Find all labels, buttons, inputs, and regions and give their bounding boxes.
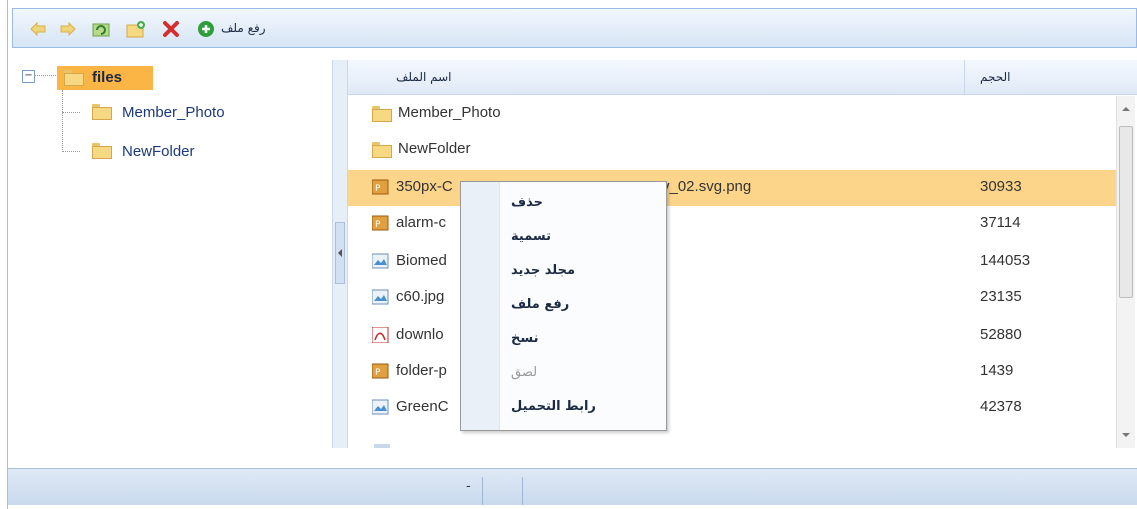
file-name: alarm-c — [396, 214, 447, 231]
image-file-icon — [372, 253, 389, 269]
delete-button[interactable] — [161, 19, 181, 39]
folder-icon — [372, 142, 392, 158]
folder-icon — [92, 104, 112, 120]
svg-text:P: P — [375, 220, 381, 230]
new-folder-button[interactable] — [125, 19, 147, 39]
file-size: 1439 — [980, 362, 1014, 379]
menu-item-delete[interactable]: حذف — [511, 195, 543, 210]
menu-item-upload[interactable]: رفع ملف — [511, 297, 569, 312]
tree-root-label: files — [92, 69, 123, 86]
folder-tree: − files Member_Photo NewFolder — [12, 60, 333, 448]
file-name: Biomed — [396, 252, 447, 269]
image-file-icon — [372, 399, 389, 415]
tree-line — [34, 75, 58, 76]
tree-item-label: NewFolder — [122, 143, 195, 160]
pdf-file-icon — [372, 327, 389, 343]
delete-icon — [163, 21, 179, 37]
file-name: folder-p — [396, 362, 447, 379]
column-header-size[interactable]: الحجم — [980, 70, 1010, 84]
file-size: 144053 — [980, 252, 1031, 269]
refresh-button[interactable] — [91, 19, 111, 39]
file-size: 52880 — [980, 326, 1022, 343]
file-name: NewFolder — [398, 140, 471, 157]
tree-line — [62, 151, 80, 152]
menu-item-paste[interactable]: لصق — [511, 365, 537, 380]
status-bar: - — [8, 468, 1137, 505]
status-separator — [482, 477, 483, 505]
refresh-icon — [92, 23, 110, 37]
file-size: 42378 — [980, 398, 1022, 415]
scroll-up-icon[interactable] — [1118, 104, 1134, 114]
menu-item-copy[interactable]: نسخ — [511, 331, 538, 346]
status-text: - — [466, 479, 471, 494]
file-size: 23135 — [980, 288, 1022, 305]
file-name: Member_Photo — [398, 104, 501, 121]
image-file-icon — [372, 289, 389, 305]
tree-line — [62, 90, 63, 152]
file-name: 350px-C — [396, 178, 453, 195]
table-row[interactable]: Member_Photo — [348, 96, 1116, 132]
scroll-down-icon[interactable] — [1118, 430, 1134, 440]
chevron-left-icon — [338, 249, 342, 257]
partial-row-icon — [374, 444, 390, 448]
forward-button[interactable] — [59, 19, 77, 39]
png-file-icon: P — [372, 179, 389, 195]
menu-item-new-folder[interactable]: مجلد جديد — [511, 263, 575, 278]
upload-icon — [198, 21, 214, 37]
arrow-left-icon — [30, 22, 46, 36]
file-name: c60.jpg — [396, 288, 445, 305]
column-header-name[interactable]: اسم الملف — [396, 70, 452, 84]
arrow-right-icon — [60, 22, 76, 36]
file-size: 30933 — [980, 178, 1022, 195]
pane-splitter[interactable] — [332, 60, 348, 448]
column-separator[interactable] — [964, 60, 965, 94]
file-name: GreenC — [396, 398, 449, 415]
context-menu: حذف تسمية مجلد جديد رفع ملف نسخ لصق رابط… — [460, 181, 667, 431]
folder-icon — [372, 106, 392, 122]
back-button[interactable] — [29, 19, 47, 39]
toolbar: رفع ملف — [12, 8, 1137, 48]
collapse-toggle[interactable]: − — [22, 70, 35, 83]
menu-item-rename[interactable]: تسمية — [511, 229, 551, 244]
menu-item-download-link[interactable]: رابط التحميل — [511, 399, 596, 414]
png-file-icon: P — [372, 363, 389, 379]
collapse-handle[interactable] — [335, 222, 345, 284]
folder-icon — [92, 143, 112, 159]
grid-header: اسم الملف الحجم — [348, 60, 1137, 95]
table-row[interactable]: NewFolder — [348, 132, 1116, 168]
upload-label: رفع ملف — [221, 21, 266, 35]
vertical-scrollbar[interactable] — [1116, 96, 1135, 448]
file-name: downlo — [396, 326, 444, 343]
file-name-tail: v_02.svg.png — [662, 178, 752, 195]
file-size: 37114 — [980, 214, 1021, 231]
status-separator — [522, 477, 523, 505]
folder-icon — [64, 70, 84, 86]
svg-text:P: P — [375, 184, 381, 194]
svg-text:P: P — [375, 368, 381, 378]
context-menu-gutter — [461, 182, 500, 430]
png-file-icon: P — [372, 215, 389, 231]
new-folder-icon — [126, 21, 145, 38]
tree-item-label: Member_Photo — [122, 104, 225, 121]
scrollbar-thumb[interactable] — [1119, 126, 1133, 298]
tree-line — [62, 112, 80, 113]
